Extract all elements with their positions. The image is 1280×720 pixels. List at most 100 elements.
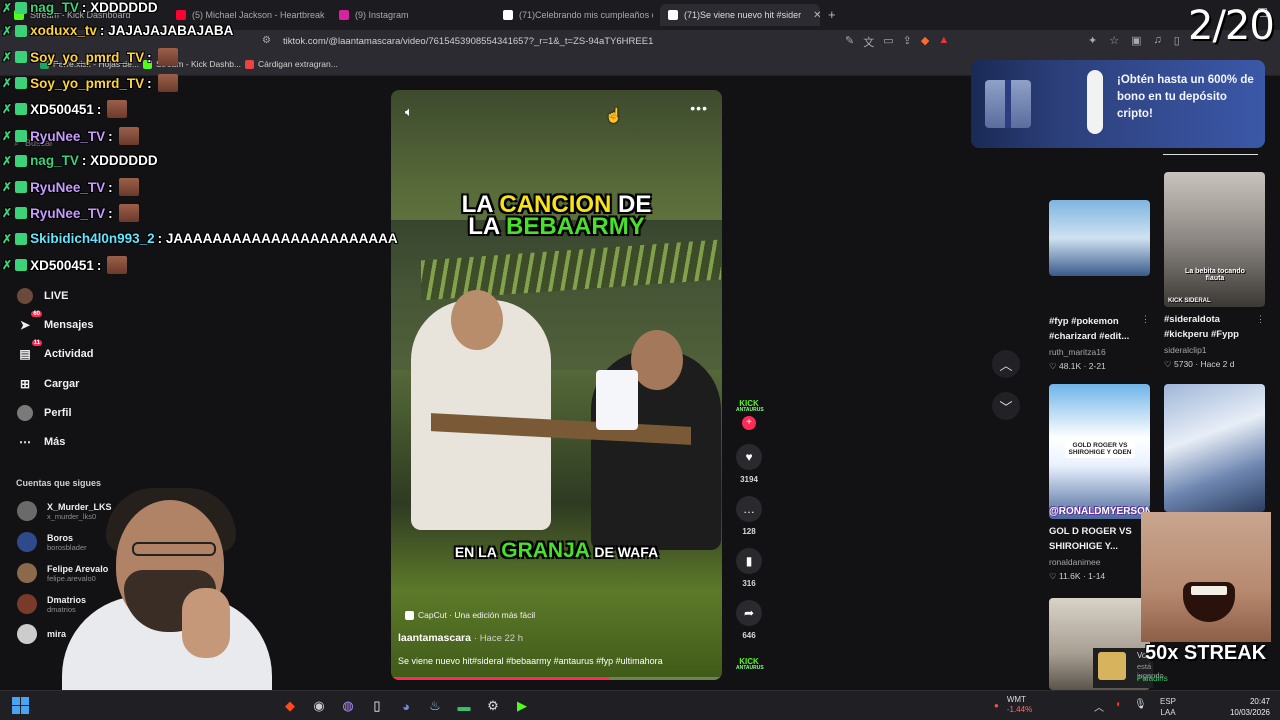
translate-icon[interactable]: 文 <box>863 34 874 50</box>
rewards-icon[interactable]: ▲ <box>938 34 949 50</box>
cast-icon[interactable]: ▭ <box>883 34 893 50</box>
kick-logo: KICK ANTAURUS <box>736 658 764 672</box>
stock-widget[interactable]: WMT -1.44% <box>1007 695 1032 715</box>
nav-mensajes[interactable]: ➤ 60 Mensajes <box>16 311 94 334</box>
card-more-icon[interactable]: ⋮ <box>1141 314 1150 325</box>
chat-text: : <box>96 257 102 273</box>
nav-actividad[interactable]: ▤ 11 Actividad <box>16 340 94 363</box>
chat-text: : XDDDDDD <box>81 153 158 168</box>
related-video-card[interactable] <box>1164 384 1265 512</box>
share-icon[interactable]: ➦ <box>736 600 762 626</box>
chat-username: XD500451 <box>30 257 94 273</box>
nav-label: Perfil <box>44 407 72 419</box>
settings-icon[interactable]: ⚙ <box>485 698 501 714</box>
shield-icon[interactable]: ◆ <box>921 34 929 50</box>
comment-icon[interactable]: … <box>736 496 762 522</box>
capcut-icon <box>405 610 414 620</box>
nav-label: Actividad <box>44 348 94 360</box>
windows-taskbar: ◆ ◉ ◍ ▯ ◕ ♨ ▬ ⚙ ▶ ● WMT -1.44% ︿ ◐ 🎙︎ ES… <box>0 690 1280 720</box>
kick-sub: ANTAURUS <box>736 665 764 671</box>
like-action[interactable]: ♥ 3194 <box>736 444 762 484</box>
follow-plus-button[interactable]: + <box>742 416 756 430</box>
heart-icon[interactable]: ♥ <box>736 444 762 470</box>
tab-tiktok-cumple[interactable]: (71)Celebrando mis cumpleaños en <box>503 4 653 26</box>
ad-pill <box>1087 70 1103 134</box>
music-icon[interactable]: ♫ <box>1154 34 1162 47</box>
bookmark-icon[interactable]: ▮ <box>736 548 762 574</box>
file-icon[interactable]: ▯ <box>369 698 385 714</box>
new-tab-button[interactable]: + <box>828 7 836 22</box>
card-caption: #fyp #pokemon #charizard #edit... <box>1049 316 1130 342</box>
sword-badge-icon: ✗ <box>2 180 13 194</box>
related-video-card[interactable]: GOLD ROGER VS SHIROHIGE Y ODEN @RONALDMY… <box>1049 384 1150 582</box>
chat-message: ✗ XD500451: <box>2 100 128 118</box>
video-thumbnail[interactable] <box>1049 200 1150 276</box>
chat-username: nag_TV <box>30 0 79 15</box>
bookmark-cardigan[interactable]: Cárdigan extragran... <box>245 59 338 69</box>
site-info-icon[interactable]: ⚙ <box>262 35 271 46</box>
reader-icon[interactable]: ✎ <box>845 34 854 50</box>
share-icon[interactable]: ⇪ <box>903 34 912 50</box>
card-more-icon[interactable]: ⋮ <box>1256 314 1265 325</box>
share-action[interactable]: ➦ 646 <box>736 600 762 640</box>
discord-icon[interactable]: ◕ <box>398 698 414 714</box>
thumb-text: La bebita tocando flauta <box>1185 268 1245 282</box>
sidebar-icon[interactable]: ▯ <box>1174 34 1180 47</box>
system-clock[interactable]: 20:47 10/03/2026 <box>1230 696 1270 718</box>
creator-avatar[interactable]: KICK ANTAURUS + <box>736 400 764 430</box>
previous-video-button[interactable]: ︿ <box>992 350 1020 378</box>
crypto-ad-banner[interactable]: ¡Obtén hasta un 600% de bono en tu depós… <box>971 60 1265 148</box>
chat-text: : <box>108 179 113 195</box>
terminal-icon[interactable]: ▬ <box>456 698 472 714</box>
tab-instagram[interactable]: (9) Instagram <box>339 4 489 26</box>
nav-cargar[interactable]: ⊞ Cargar <box>16 375 80 393</box>
video-thumbnail[interactable]: GOLD ROGER VS SHIROHIGE Y ODEN @RONALDMY… <box>1049 384 1150 519</box>
capcut-tag[interactable]: CapCut · Una edición más fácil <box>405 610 535 620</box>
bookmark-icon[interactable]: ☆ <box>1109 34 1119 47</box>
subscriber-badge-icon <box>15 207 28 219</box>
thumb-text: KICK SIDERAL <box>1168 298 1211 304</box>
mic-icon[interactable]: 🎙︎ <box>1134 699 1147 714</box>
tab-tiktok-active[interactable]: (71)Se viene nuevo hit #sider ✕ <box>660 4 820 26</box>
chevron-up-icon[interactable]: ︿ <box>1094 699 1104 714</box>
nav-perfil[interactable]: Perfil <box>16 404 72 422</box>
screenshot-icon[interactable]: ▣ <box>1131 34 1141 47</box>
steam-icon[interactable]: ♨ <box>427 698 443 714</box>
url-field[interactable]: tiktok.com/@laantamascara/video/76154539… <box>283 36 653 47</box>
video-thumbnail[interactable]: La bebita tocando flauta KICK SIDERAL <box>1164 172 1265 307</box>
antivirus-icon[interactable]: ◐ <box>1116 699 1122 714</box>
video-author[interactable]: laantamascara · Hace 22 h <box>398 632 523 644</box>
windows-start-icon[interactable] <box>12 697 29 714</box>
tab-label: (71)Se viene nuevo hit #sider <box>684 10 802 20</box>
kick-app-icon[interactable]: ▶ <box>514 698 530 714</box>
obs-icon[interactable]: ◉ <box>311 698 327 714</box>
extensions-icon[interactable]: ✦ <box>1088 34 1097 47</box>
card-user: ronaldanimee <box>1049 557 1101 567</box>
card-meta: ♡ 48.1K · 2-21 <box>1049 361 1106 371</box>
next-video-button[interactable]: ﹀ <box>992 392 1020 420</box>
activity-badge: 11 <box>31 340 42 346</box>
twitch-icon[interactable]: ◍ <box>340 698 356 714</box>
kick-logo: KICK ANTAURUS <box>736 400 764 414</box>
video-player[interactable]: LA CANCION DE LA BEBAARMY EN LA GRANJA D… <box>391 90 722 680</box>
comment-action[interactable]: … 128 <box>736 496 762 536</box>
card-date: 1-14 <box>1088 571 1106 581</box>
volume-icon[interactable]: 🔈︎ <box>405 104 413 120</box>
related-video-card[interactable]: #fyp #pokemon #charizard #edit... ruth_m… <box>1049 200 1150 372</box>
close-tab-icon[interactable]: ✕ <box>813 10 820 21</box>
video-thumbnail[interactable] <box>1164 384 1265 512</box>
messages-icon: ➤ 60 <box>19 311 42 332</box>
video-description[interactable]: Se viene nuevo hit#sideral #bebaarmy #an… <box>398 656 663 666</box>
nav-label: LIVE <box>44 290 69 302</box>
related-video-card[interactable]: La bebita tocando flauta KICK SIDERAL #s… <box>1164 172 1265 370</box>
chat-emote-icon <box>107 256 128 274</box>
more-options-icon[interactable]: ••• <box>690 100 708 116</box>
video-progress[interactable] <box>391 677 722 680</box>
nav-mas[interactable]: ⋯ Más <box>16 433 65 451</box>
brave-icon[interactable]: ◆ <box>282 698 298 714</box>
chat-username: RyuNee_TV <box>30 205 106 221</box>
save-action[interactable]: ▮ 316 <box>736 548 762 588</box>
nav-live[interactable]: LIVE <box>16 287 68 305</box>
subscriber-badge-icon <box>15 1 28 14</box>
language-indicator[interactable]: ESP LAA <box>1160 696 1176 718</box>
